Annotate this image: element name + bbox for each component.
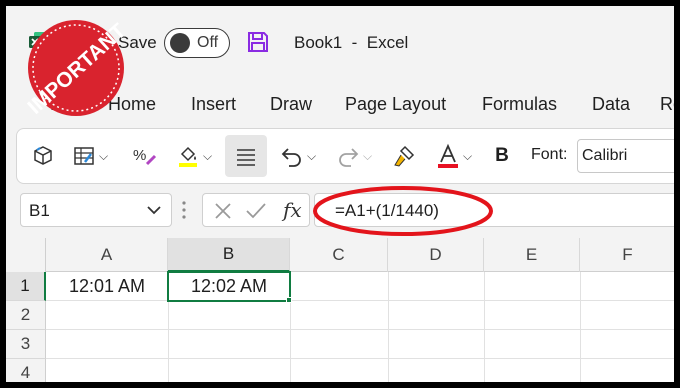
- font-color-icon: [437, 143, 458, 168]
- chevron-down-icon: ⌵: [306, 148, 317, 163]
- highlight-ring: [313, 186, 493, 236]
- format-painter-button[interactable]: [387, 129, 421, 183]
- cell-a1[interactable]: 12:01 AM: [46, 272, 168, 301]
- formula-actions: fx: [202, 193, 310, 227]
- chevron-down-icon: ⌵: [362, 148, 373, 163]
- paint-bucket-icon: [178, 146, 197, 167]
- table-format-icon: [74, 147, 94, 165]
- column-header-c[interactable]: C: [290, 238, 388, 272]
- ribbon-toolbar: ⌵ % ⌵ ⌵ ⌵ ⌵ B Font: Calibri: [16, 128, 674, 184]
- drag-handle-icon[interactable]: [182, 200, 186, 220]
- column-header-a[interactable]: A: [46, 238, 168, 272]
- save-icon[interactable]: [246, 30, 270, 54]
- chevron-down-icon[interactable]: [145, 201, 163, 219]
- row-header-2[interactable]: 2: [6, 301, 46, 330]
- row-header-4[interactable]: 4: [6, 359, 46, 382]
- toggle-knob: [170, 33, 190, 53]
- svg-text:%: %: [133, 147, 146, 164]
- font-name-value: Calibri: [582, 147, 628, 164]
- name-box[interactable]: B1: [20, 193, 172, 227]
- column-header-d[interactable]: D: [388, 238, 484, 272]
- font-color-button[interactable]: ⌵: [429, 129, 479, 183]
- toggle-state-label: Off: [197, 34, 219, 51]
- redo-button[interactable]: ⌵: [331, 129, 377, 183]
- worksheet-grid: A B C D E F 1 2 3 4 12:01 AM 12:02 AM: [6, 238, 674, 382]
- column-header-b[interactable]: B: [168, 238, 290, 272]
- percent-icon: %: [133, 147, 157, 166]
- excel-window: Save Off Book1 - Excel File Home Insert …: [6, 6, 674, 382]
- column-header-f[interactable]: F: [580, 238, 674, 272]
- check-icon[interactable]: [245, 201, 267, 221]
- font-label: Font:: [531, 146, 568, 163]
- cell-b1[interactable]: 12:02 AM: [167, 271, 291, 302]
- document-title: Book1 - Excel: [294, 33, 409, 52]
- undo-button[interactable]: ⌵: [275, 129, 321, 183]
- grid-line: [388, 272, 389, 382]
- cube-icon: [34, 146, 52, 165]
- autosave-toggle[interactable]: Off: [164, 28, 230, 58]
- chevron-down-icon: ⌵: [98, 148, 109, 163]
- font-name-field[interactable]: Calibri: [577, 139, 674, 173]
- tab-page-layout[interactable]: Page Layout: [345, 94, 446, 115]
- tab-formulas[interactable]: Formulas: [482, 94, 557, 115]
- insert-function-button[interactable]: fx: [283, 198, 302, 222]
- format-painter-icon: [394, 145, 415, 167]
- align-button[interactable]: [225, 129, 267, 183]
- redo-icon: [339, 148, 359, 167]
- name-box-value: B1: [29, 201, 50, 220]
- select-all-corner[interactable]: [6, 238, 46, 272]
- table-format-button[interactable]: ⌵: [65, 129, 115, 183]
- row-header-1[interactable]: 1: [6, 272, 46, 301]
- align-lines-icon: [237, 149, 255, 166]
- number-format-button[interactable]: %: [127, 129, 161, 183]
- important-stamp: IMPORTANT: [24, 19, 131, 119]
- 3d-model-button[interactable]: [29, 129, 57, 183]
- cancel-icon[interactable]: [213, 201, 233, 221]
- grid-line: [580, 272, 581, 382]
- tab-draw[interactable]: Draw: [270, 94, 312, 115]
- tab-data[interactable]: Data: [592, 94, 630, 115]
- tab-review[interactable]: Review: [660, 94, 674, 115]
- fill-handle[interactable]: [286, 297, 292, 303]
- column-header-e[interactable]: E: [484, 238, 580, 272]
- chevron-down-icon: ⌵: [462, 148, 473, 163]
- chevron-down-icon: ⌵: [202, 148, 213, 163]
- tab-insert[interactable]: Insert: [191, 94, 236, 115]
- grid-line: [484, 272, 485, 382]
- undo-icon: [281, 148, 301, 167]
- bold-button[interactable]: B: [487, 129, 517, 183]
- row-header-3[interactable]: 3: [6, 330, 46, 359]
- fill-color-button[interactable]: ⌵: [169, 129, 219, 183]
